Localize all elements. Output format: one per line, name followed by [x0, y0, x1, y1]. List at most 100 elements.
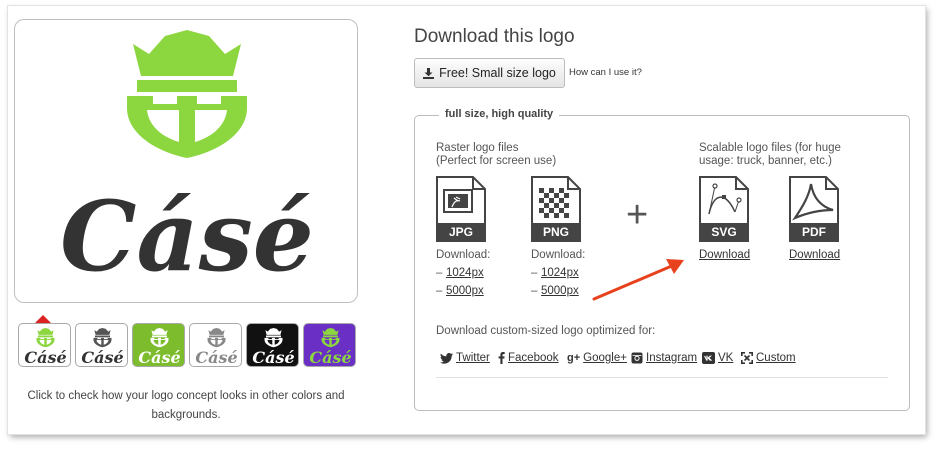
google-plus-option[interactable]: g+ Google+ [567, 352, 627, 364]
pdf-download-link[interactable]: Download [789, 249, 840, 261]
anchor-shape [321, 337, 340, 348]
vk-label: VK [718, 352, 734, 364]
vk-icon [702, 352, 715, 364]
download-icon [423, 67, 435, 79]
swatch-3[interactable]: Cásé [189, 323, 242, 367]
swatch-0[interactable]: Cásé [18, 323, 71, 367]
color-swatches: Cásé Cásé Cásé Cásé Cásé Cásé [18, 315, 358, 368]
anchor-crown-mark [127, 30, 247, 158]
checker-square [564, 203, 569, 208]
instagram-icon [631, 352, 643, 364]
crown-band [323, 335, 338, 338]
crown-band [38, 335, 53, 338]
checker-square [544, 203, 549, 208]
custom-label: Custom [756, 352, 796, 364]
vector-heading-line2: usage: truck, banner, etc.) [699, 155, 832, 167]
jpg-dash-2: – [436, 285, 443, 297]
page: Cásé Cásé Cásé Cásé Cásé Cásé Cásé Click… [8, 6, 925, 434]
swatch-mark [321, 328, 340, 348]
google-plus-icon: g+ [567, 352, 581, 364]
swatch-mark [150, 328, 169, 348]
crown-band [152, 335, 167, 338]
twitter-option[interactable]: Twitter [440, 352, 490, 364]
facebook-option[interactable]: Facebook [498, 352, 559, 364]
swatch-5[interactable]: Cásé [303, 323, 356, 367]
anchor-shape [36, 337, 55, 348]
vk-option[interactable]: VK [702, 352, 733, 364]
png-file-icon[interactable]: PNG [531, 176, 581, 242]
checker-square [554, 203, 559, 208]
swatch-mark [207, 328, 226, 348]
swatch-hint: Click to check how your logo concept loo… [27, 390, 345, 421]
checker-square [549, 208, 554, 213]
checker-square [564, 213, 569, 218]
png-dash-1: – [531, 267, 538, 279]
page-title: Download this logo [414, 26, 575, 47]
jpg-label: JPG [449, 225, 473, 239]
jpg-file-icon[interactable]: JPG [436, 176, 486, 242]
anchor-shape [93, 337, 112, 348]
svg-label: SVG [711, 225, 736, 239]
png-1024-link[interactable]: 1024px [541, 267, 579, 279]
logo-preview: Cásé [14, 19, 358, 303]
swatch-logo: Cásé [138, 328, 181, 367]
free-small-logo-button[interactable]: Free! Small size logo [414, 58, 565, 88]
anchor-shape [264, 337, 283, 348]
twitter-icon [440, 352, 453, 364]
png-label: PNG [543, 225, 569, 239]
crown-band [137, 80, 237, 92]
swatch-wordmark: Cásé [309, 348, 351, 367]
png-5000-link[interactable]: 5000px [541, 285, 579, 297]
checker-square [544, 193, 549, 198]
crown-shape [265, 328, 282, 335]
anchor-shape [127, 96, 247, 158]
swatch-2[interactable]: Cásé [132, 323, 185, 367]
jpg-5000-link[interactable]: 5000px [446, 285, 484, 297]
png-download-label: Download: [531, 249, 586, 261]
crown-band [266, 335, 281, 338]
jpg-1024-link[interactable]: 1024px [446, 267, 484, 279]
swatch-wordmark: Cásé [81, 348, 123, 367]
plus-sign: + [626, 194, 649, 236]
swatch-wordmark: Cásé [252, 348, 294, 367]
raster-heading-line2: (Perfect for screen use) [436, 155, 557, 167]
swatch-1[interactable]: Cásé [75, 323, 128, 367]
swatch-4[interactable]: Cásé [246, 323, 299, 367]
free-button-label: Free! Small size logo [439, 66, 556, 80]
swatch-wordmark: Cásé [195, 348, 237, 367]
pdf-label: PDF [802, 225, 826, 239]
custom-size-label: Download custom-sized logo optimized for… [436, 325, 656, 337]
crown-band [209, 335, 224, 338]
swatch-mark [264, 328, 283, 348]
anchor-shape [150, 337, 169, 348]
swatch-logo: Cásé [81, 328, 124, 367]
crown-shape [151, 328, 168, 335]
crown-band [95, 335, 110, 338]
full-size-legend: full size, high quality [439, 108, 560, 120]
crown-shape [133, 30, 241, 76]
swatch-logo: Cásé [309, 328, 352, 367]
checker-square [559, 208, 564, 213]
instagram-option[interactable]: Instagram [631, 352, 697, 364]
svg-file-icon[interactable]: SVG [699, 176, 749, 242]
google-plus-label: Google+ [583, 352, 627, 364]
annotation-arrow [592, 259, 684, 301]
custom-option[interactable]: Custom [741, 352, 796, 364]
vector-heading-line1: Scalable logo files (for huge [699, 142, 841, 154]
raster-heading-line1: Raster logo files [436, 142, 519, 154]
jpg-dash-1: – [436, 267, 443, 279]
svg-download-link[interactable]: Download [699, 249, 750, 261]
custom-divider [436, 377, 888, 378]
checker-square [549, 188, 554, 193]
pdf-file-icon[interactable]: PDF [789, 176, 839, 242]
swatch-logo: Cásé [252, 328, 295, 367]
swatch-wordmark: Cásé [24, 348, 66, 367]
anchor-shape [207, 337, 226, 348]
jpg-download-label: Download: [436, 249, 491, 261]
checker-square [539, 188, 544, 193]
how-can-i-use-link[interactable]: How can I use it? [569, 67, 642, 78]
swatch-wordmark: Cásé [138, 348, 180, 367]
checker-square [559, 188, 564, 193]
checker-square [539, 198, 544, 203]
vector-heading: Scalable logo files (for huge usage: tru… [699, 142, 841, 168]
